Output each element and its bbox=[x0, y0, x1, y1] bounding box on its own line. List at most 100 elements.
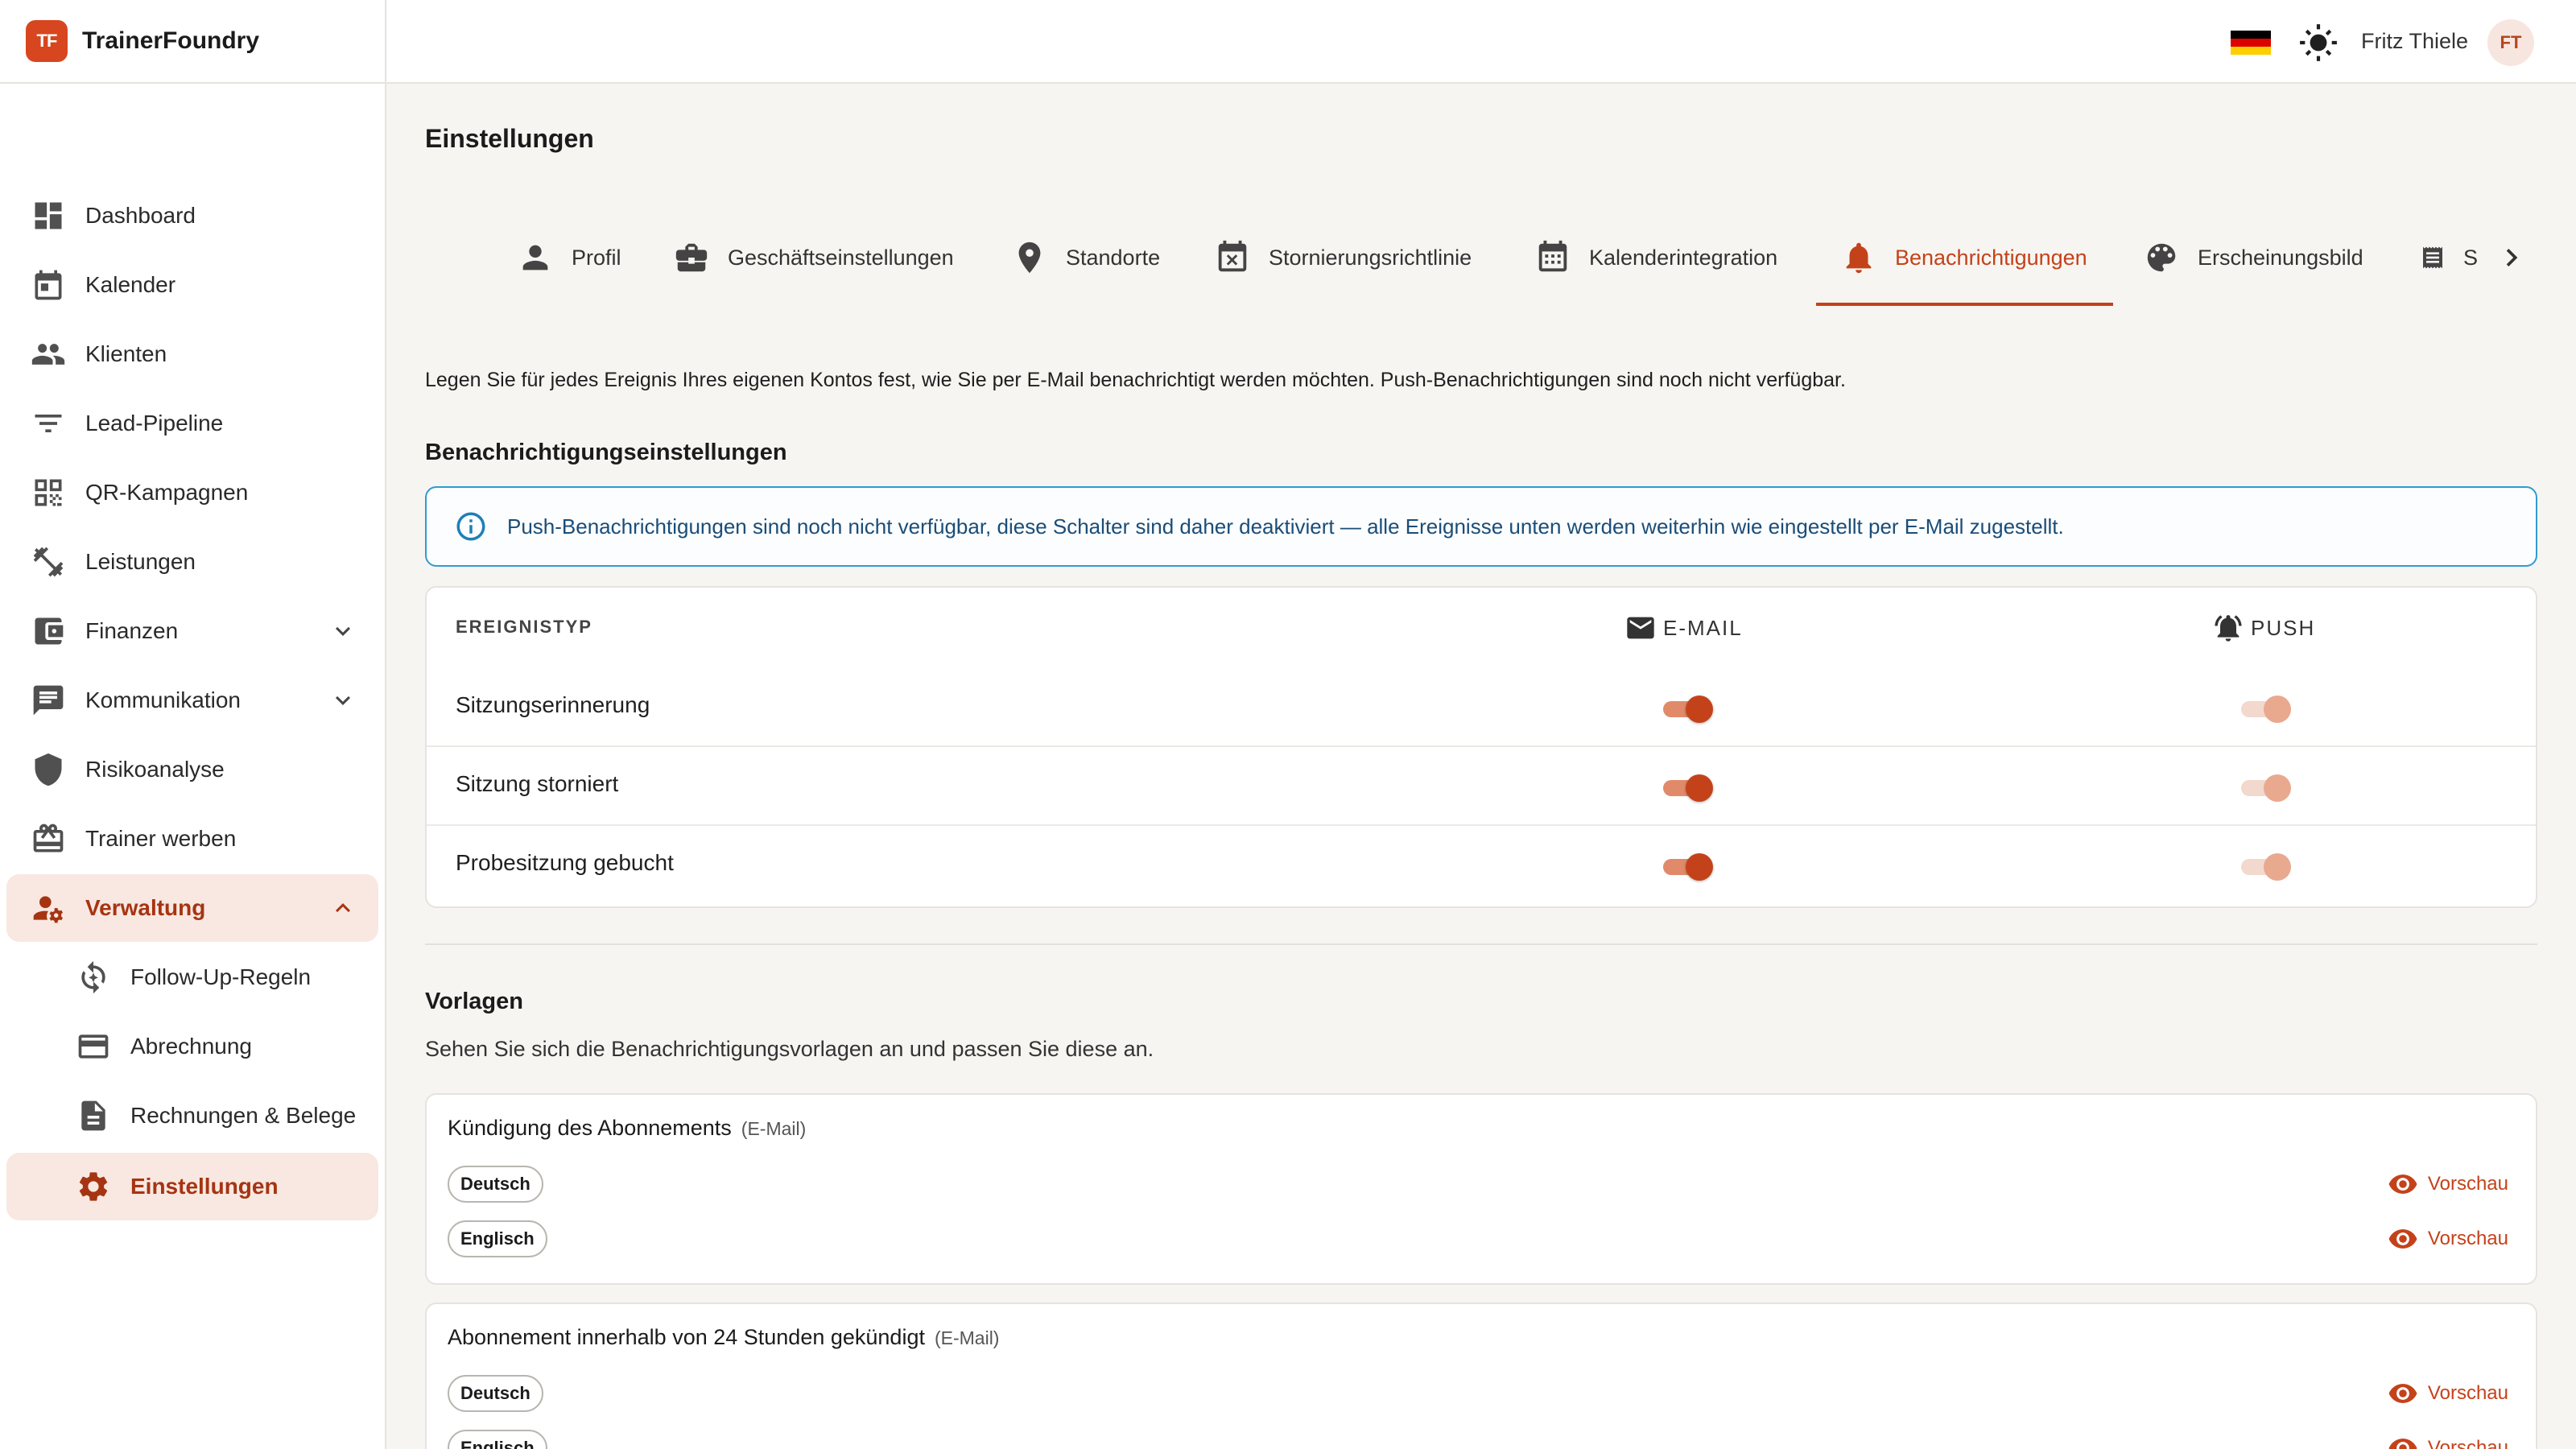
sidebar-item-abrechnung[interactable]: Abrechnung bbox=[6, 1013, 378, 1080]
chevron-right-icon[interactable] bbox=[2494, 240, 2529, 275]
eye-icon bbox=[2388, 1439, 2417, 1449]
bell-ring-icon bbox=[2215, 615, 2242, 642]
preview-button[interactable]: Vorschau bbox=[2388, 1378, 2508, 1409]
section-title-templates: Vorlagen bbox=[425, 989, 523, 1014]
receipt-icon bbox=[2422, 246, 2442, 269]
info-alert: Push-Benachrichtigungen sind noch nicht … bbox=[425, 486, 2537, 567]
sidebar-item-lead-pipeline[interactable]: Lead-Pipeline bbox=[6, 390, 378, 457]
template-card: Abonnement innerhalb von 24 Stunden gekü… bbox=[425, 1302, 2537, 1449]
app-name: TrainerFoundry bbox=[82, 27, 260, 54]
filter-icon bbox=[29, 404, 68, 443]
chevron-up-icon[interactable] bbox=[328, 894, 357, 923]
table-header: EREIGNISTYP E-MAIL PUSH bbox=[427, 588, 2536, 665]
tab-kalenderintegration[interactable]: Kalenderintegration bbox=[1534, 213, 1777, 303]
tab-stornierungsrichtlinie[interactable]: Stornierungsrichtlinie bbox=[1214, 213, 1472, 303]
section-title-notification-settings: Benachrichtigungseinstellungen bbox=[425, 440, 787, 465]
tab-label: S bbox=[2462, 245, 2478, 270]
gear-icon bbox=[74, 1167, 113, 1206]
sidebar-item-label: Kommunikation bbox=[85, 687, 241, 712]
event-label: Probesitzung gebucht bbox=[456, 850, 674, 875]
language-badge: Englisch bbox=[448, 1220, 547, 1257]
sidebar-item-label: Finanzen bbox=[85, 618, 179, 643]
template-name: Abonnement innerhalb von 24 Stunden gekü… bbox=[448, 1325, 925, 1349]
sidebar-item-leistungen[interactable]: Leistungen bbox=[6, 528, 378, 596]
template-title: Abonnement innerhalb von 24 Stunden gekü… bbox=[448, 1325, 999, 1350]
main-content: Einstellungen Profil Geschäftseinstellun… bbox=[425, 84, 2537, 1449]
sidebar-item-klienten[interactable]: Klienten bbox=[6, 320, 378, 388]
preview-label: Vorschau bbox=[2427, 1437, 2508, 1449]
tab-label: Standorte bbox=[1066, 245, 1161, 270]
bell-icon bbox=[1846, 242, 1872, 274]
column-header-event: EREIGNISTYP bbox=[456, 617, 592, 637]
dumbbell-icon bbox=[29, 543, 68, 581]
preview-label: Vorschau bbox=[2427, 1382, 2508, 1404]
sidebar-item-kommunikation[interactable]: Kommunikation bbox=[6, 667, 378, 734]
sidebar-item-kalender[interactable]: Kalender bbox=[6, 251, 378, 319]
email-toggle[interactable] bbox=[1663, 774, 1713, 802]
sidebar: TF TrainerFoundry Dashboard Kalender Kli… bbox=[0, 0, 386, 1449]
avatar[interactable]: FT bbox=[2487, 19, 2534, 66]
sidebar-item-label: Lead-Pipeline bbox=[85, 411, 224, 436]
wallet-icon bbox=[29, 612, 68, 650]
sidebar-item-dashboard[interactable]: Dashboard bbox=[6, 182, 378, 250]
tab-truncated[interactable]: S bbox=[2420, 213, 2478, 303]
sidebar-item-label: Klienten bbox=[85, 341, 167, 366]
sidebar-item-label: Trainer werben bbox=[85, 826, 237, 851]
tab-erscheinungsbild[interactable]: Erscheinungsbild bbox=[2143, 213, 2363, 303]
brand[interactable]: TF TrainerFoundry bbox=[0, 0, 385, 84]
section-divider bbox=[425, 943, 2537, 945]
info-text: Push-Benachrichtigungen sind noch nicht … bbox=[507, 514, 2064, 539]
sidebar-item-label: Verwaltung bbox=[85, 895, 206, 920]
sidebar-item-risikoanalyse[interactable]: Risikoanalyse bbox=[6, 736, 378, 803]
push-toggle bbox=[2241, 853, 2291, 881]
email-toggle[interactable] bbox=[1663, 696, 1713, 723]
info-icon bbox=[456, 512, 485, 541]
tab-profil[interactable]: Profil bbox=[517, 213, 621, 303]
sidebar-item-trainer-werben[interactable]: Trainer werben bbox=[6, 805, 378, 873]
sync-icon bbox=[74, 958, 113, 997]
chevron-down-icon[interactable] bbox=[328, 617, 357, 646]
sidebar-item-finanzen[interactable]: Finanzen bbox=[6, 597, 378, 665]
tab-geschaeftseinstellungen[interactable]: Geschäftseinstellungen bbox=[673, 213, 954, 303]
table-row: Sitzung storniert bbox=[427, 745, 2536, 824]
column-header-push: PUSH bbox=[2212, 612, 2315, 644]
preview-button[interactable]: Vorschau bbox=[2388, 1433, 2508, 1449]
template-title: Kündigung des Abonnements (E-Mail) bbox=[448, 1116, 806, 1141]
preview-button[interactable]: Vorschau bbox=[2388, 1224, 2508, 1254]
tab-standorte[interactable]: Standorte bbox=[1011, 213, 1160, 303]
eye-icon bbox=[2388, 1229, 2417, 1249]
sidebar-item-label: Risikoanalyse bbox=[85, 757, 225, 782]
event-table: EREIGNISTYP E-MAIL PUSH Sitzungserinneru… bbox=[425, 586, 2537, 908]
tab-label: Erscheinungsbild bbox=[2198, 245, 2363, 270]
user-name[interactable]: Fritz Thiele bbox=[2361, 29, 2468, 54]
push-toggle bbox=[2241, 774, 2291, 802]
admin-icon bbox=[29, 889, 68, 927]
sidebar-item-label: Follow-Up-Regeln bbox=[130, 964, 312, 989]
notifications-intro: Legen Sie für jedes Ereignis Ihres eigen… bbox=[425, 369, 1846, 391]
sun-icon[interactable] bbox=[2298, 23, 2339, 63]
sidebar-item-rechnungen-belege[interactable]: Rechnungen & Belege bbox=[6, 1082, 378, 1150]
sidebar-item-qr-kampagnen[interactable]: QR-Kampagnen bbox=[6, 459, 378, 526]
sidebar-item-follow-up-regeln[interactable]: Follow-Up-Regeln bbox=[6, 943, 378, 1011]
sidebar-item-label: Abrechnung bbox=[130, 1034, 253, 1059]
event-label: Sitzung storniert bbox=[456, 771, 619, 796]
email-toggle[interactable] bbox=[1663, 853, 1713, 881]
chat-icon bbox=[29, 681, 68, 720]
language-badge: Deutsch bbox=[448, 1375, 543, 1412]
sidebar-item-label: Kalender bbox=[85, 272, 176, 297]
sidebar-item-label: Leistungen bbox=[85, 549, 196, 574]
people-icon bbox=[29, 335, 68, 374]
palette-icon bbox=[2147, 243, 2176, 272]
settings-tabs: Profil Geschäftseinstellungen Standorte … bbox=[425, 213, 2537, 306]
template-card: Kündigung des Abonnements (E-Mail) Deutsc… bbox=[425, 1093, 2537, 1285]
sidebar-item-label: Dashboard bbox=[85, 203, 196, 228]
de-flag-icon[interactable] bbox=[2231, 31, 2271, 55]
chevron-down-icon[interactable] bbox=[328, 686, 357, 715]
location-pin-icon bbox=[1018, 242, 1041, 274]
sidebar-item-verwaltung[interactable]: Verwaltung bbox=[6, 874, 378, 942]
sidebar-item-einstellungen[interactable]: Einstellungen bbox=[6, 1153, 378, 1220]
tab-benachrichtigungen[interactable]: Benachrichtigungen bbox=[1816, 213, 2113, 306]
tab-label: Stornierungsrichtlinie bbox=[1269, 245, 1472, 270]
preview-button[interactable]: Vorschau bbox=[2388, 1169, 2508, 1199]
tab-label: Profil bbox=[572, 245, 621, 270]
